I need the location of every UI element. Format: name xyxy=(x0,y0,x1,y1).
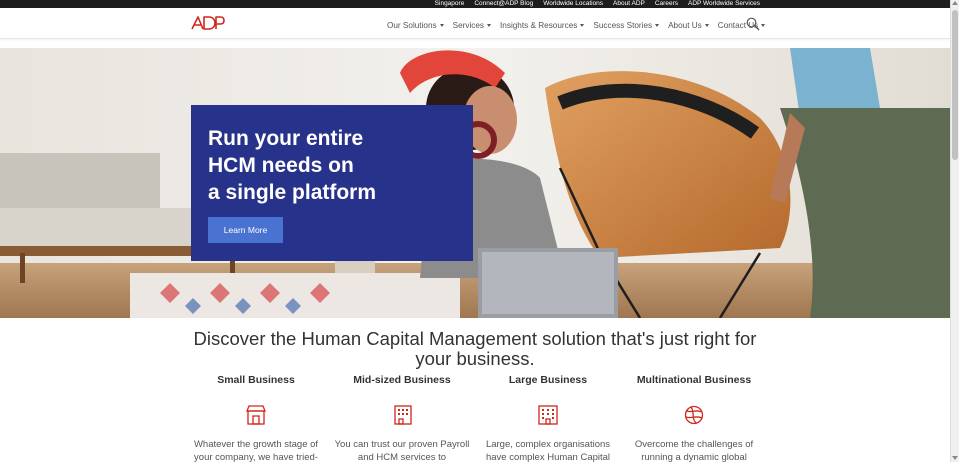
page-scrollbar[interactable] xyxy=(950,0,959,462)
nav-our-solutions[interactable]: Our Solutions xyxy=(387,21,444,30)
nav-success-stories[interactable]: Success Stories xyxy=(593,21,660,30)
chevron-down-icon xyxy=(704,24,709,27)
nav-insights-resources[interactable]: Insights & Resources xyxy=(500,21,585,30)
globe-icon xyxy=(684,405,704,425)
utility-link-singapore[interactable]: Singapore xyxy=(435,0,465,8)
utility-bar: Singapore Connect@ADP Blog Worldwide Loc… xyxy=(0,0,950,8)
nav-label: Our Solutions xyxy=(387,21,437,30)
column-description: You can trust our proven Payroll and HCM… xyxy=(334,439,470,462)
page: Singapore Connect@ADP Blog Worldwide Loc… xyxy=(0,0,959,462)
column-title: Multinational Business xyxy=(636,374,752,386)
scroll-up-icon[interactable] xyxy=(952,1,958,5)
chevron-down-icon xyxy=(439,24,444,27)
site-header: Our Solutions Services Insights & Resour… xyxy=(0,8,950,39)
column-description: Large, complex organisations have comple… xyxy=(485,439,611,462)
hero-banner: Run your entire HCM needs on a single pl… xyxy=(0,48,950,318)
search-icon[interactable] xyxy=(746,17,760,31)
column-description: Overcome the challenges of running a dyn… xyxy=(634,439,754,462)
utility-link-locations[interactable]: Worldwide Locations xyxy=(543,0,603,8)
learn-more-button[interactable]: Learn More xyxy=(208,217,283,243)
column-large-business[interactable]: Large Business xyxy=(478,374,618,386)
store-icon xyxy=(246,405,266,425)
utility-link-careers[interactable]: Careers xyxy=(655,0,678,8)
column-title: Large Business xyxy=(508,374,588,386)
column-description: Whatever the growth stage of your compan… xyxy=(193,439,319,462)
hero-card: Run your entire HCM needs on a single pl… xyxy=(191,105,473,261)
scrollbar-thumb[interactable] xyxy=(952,10,958,160)
chevron-down-icon xyxy=(655,24,660,27)
hero-photo xyxy=(0,48,950,318)
large-building-icon xyxy=(538,405,558,425)
utility-links: Singapore Connect@ADP Blog Worldwide Loc… xyxy=(435,0,760,8)
nav-label: About Us xyxy=(668,21,702,30)
nav-label: Services xyxy=(452,21,485,30)
office-building-icon xyxy=(394,405,412,425)
nav-label: Success Stories xyxy=(593,21,653,30)
utility-link-worldwide-services[interactable]: ADP Worldwide Services xyxy=(688,0,760,8)
column-small-business[interactable]: Small Business xyxy=(186,374,326,386)
column-title: Mid-sized Business xyxy=(353,374,451,386)
hero-title: Run your entire HCM needs on a single pl… xyxy=(208,127,377,204)
column-multinational-business[interactable]: Multinational Business xyxy=(624,374,764,386)
main-nav: Our Solutions Services Insights & Resour… xyxy=(387,21,766,30)
scroll-down-icon[interactable] xyxy=(952,456,958,460)
column-title: Small Business xyxy=(217,374,295,386)
adp-logo[interactable] xyxy=(191,15,225,31)
utility-link-blog[interactable]: Connect@ADP Blog xyxy=(474,0,533,8)
section-title: Discover the Human Capital Management so… xyxy=(193,328,757,369)
chevron-down-icon xyxy=(487,24,492,27)
chevron-down-icon xyxy=(580,24,585,27)
nav-services[interactable]: Services xyxy=(452,21,492,30)
utility-link-about[interactable]: About ADP xyxy=(613,0,645,8)
nav-label: Insights & Resources xyxy=(500,21,578,30)
discover-section: Discover the Human Capital Management so… xyxy=(0,318,950,462)
chevron-down-icon xyxy=(761,24,766,27)
column-mid-sized-business[interactable]: Mid-sized Business xyxy=(332,374,472,386)
nav-about-us[interactable]: About Us xyxy=(668,21,709,30)
